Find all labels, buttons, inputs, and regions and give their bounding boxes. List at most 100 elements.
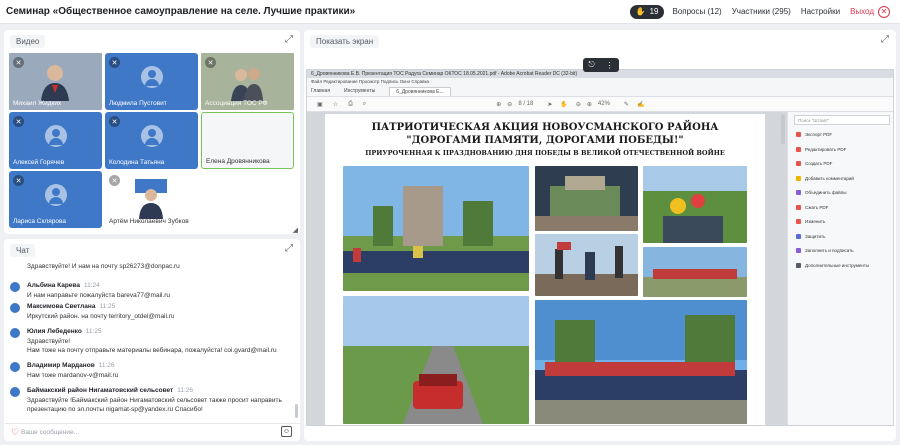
up-arrow-icon[interactable]: ⊕: [496, 101, 501, 108]
tool-icon: [796, 146, 801, 152]
tool-icon: [796, 262, 801, 268]
webinar-title: Семинар «Общественное самоуправление на …: [6, 6, 356, 17]
tool-icon: [796, 132, 801, 137]
user-avatar-icon: [10, 362, 20, 372]
photo-field-memorial: [643, 247, 747, 297]
video-tile[interactable]: ✕ Алексей Горячев: [9, 112, 102, 169]
mic-muted-icon: ✕: [205, 57, 216, 68]
tab-home[interactable]: Главная: [311, 88, 330, 94]
message-text: Здравствуйте !Баймакский район Нигаматов…: [27, 397, 282, 404]
hand-tool-icon[interactable]: ✋: [560, 101, 567, 108]
message-text: Иркутский район. на почту territory_otde…: [27, 313, 175, 320]
sign-icon[interactable]: ✍: [637, 101, 644, 108]
comment-icon[interactable]: ✎: [624, 101, 629, 108]
tool-label: Изменить: [805, 219, 826, 224]
tool-icon: [796, 219, 801, 224]
participant-name: Елена Дровянникова: [206, 158, 270, 165]
zoom-search-icon[interactable]: ⌕: [363, 101, 366, 108]
video-tile[interactable]: ✕ Лариса Склярова: [9, 171, 102, 228]
close-icon[interactable]: ✕: [878, 5, 890, 18]
message-text: Нам тоже mardanov-v@mail.ru: [27, 372, 119, 379]
cursor-icon[interactable]: ➤: [547, 101, 552, 108]
acrobat-tool-item[interactable]: Изменить: [796, 219, 825, 224]
participant-name: Лариса Склярова: [13, 218, 66, 225]
message-text: Здравствуйте!: [27, 338, 71, 345]
pdf-page: ПАТРИОТИЧЕСКАЯ АКЦИЯ НОВОУСМАНСКОГО РАЙО…: [325, 114, 765, 425]
expand-icon[interactable]: ⤢: [881, 34, 889, 45]
down-arrow-icon[interactable]: ⊖: [507, 101, 512, 108]
document-scrollbar[interactable]: [781, 114, 785, 144]
tool-label: Экспорт PDF: [805, 132, 833, 137]
zoom-out-icon[interactable]: ⊖: [576, 101, 581, 108]
message-text: Здравствуйте! И нам на почту sp26273@don…: [27, 263, 180, 270]
settings-button[interactable]: Настройки: [801, 7, 840, 16]
acrobat-tools-pane: Поиск "Штамп" Экспорт PDF Редактировать P…: [787, 112, 893, 425]
slide-title-line1: ПАТРИОТИЧЕСКАЯ АКЦИЯ НОВОУСМАНСКОГО РАЙО…: [371, 122, 719, 133]
heart-icon[interactable]: ♡: [11, 427, 19, 438]
tool-label: Защитить: [805, 233, 826, 239]
raised-hands-counter[interactable]: ✋ 19: [629, 4, 665, 19]
participants-button[interactable]: Участники (295): [732, 7, 791, 16]
participant-photo: [231, 68, 263, 101]
print-icon[interactable]: ⎙: [348, 101, 353, 108]
exit-button[interactable]: Выход: [850, 7, 874, 16]
acrobat-tool-item[interactable]: Редактировать PDF: [796, 146, 846, 152]
message-time: 11:25: [85, 328, 102, 335]
tool-label: Добавить комментарий: [805, 175, 854, 181]
zoom-level[interactable]: 42%: [598, 101, 610, 107]
video-tile[interactable]: ✕ Ассоциация ТОС РФ: [201, 53, 294, 110]
mic-muted-icon: ✕: [109, 57, 120, 68]
tools-search-input[interactable]: Поиск "Штамп": [794, 115, 890, 125]
tab-tools[interactable]: Инструменты: [344, 88, 375, 94]
participant-name: Алексей Горячев: [13, 159, 65, 166]
author-name: Баймакский район Нигаматовский сельсовет: [27, 387, 174, 394]
zoom-in-icon[interactable]: ⊕: [587, 101, 592, 108]
acrobat-tool-item[interactable]: Дополнительные инструменты: [796, 262, 869, 268]
message-text: презентацию по эл.почты nigamat-sp@yande…: [27, 406, 203, 413]
chat-message-input[interactable]: Ваше сообщение...: [21, 429, 79, 436]
hand-icon: ✋: [635, 7, 646, 16]
save-icon[interactable]: ▣: [317, 101, 323, 108]
video-tile[interactable]: ✕ Михаил Жидких: [9, 53, 102, 110]
acrobat-toolbar: ▣ ☆ ⎙ ⌕ ⊕ ⊖ 8 / 18 ➤ ✋ ⊖ ⊕ 42% ✎ ✍: [307, 97, 893, 112]
photo-car-parade: [343, 296, 529, 424]
message-author: Максимова Светлана 11:25: [27, 303, 115, 310]
acrobat-tool-item[interactable]: Заполнить и подписать: [796, 248, 854, 253]
tool-icon: [796, 175, 801, 181]
tool-label: Создать PDF: [805, 161, 833, 166]
more-options-icon[interactable]: ⋮: [606, 61, 614, 70]
chat-input-bar: ♡ Ваше сообщение... ☺: [5, 423, 300, 441]
questions-button[interactable]: Вопросы (12): [672, 7, 721, 16]
page-indicator[interactable]: 8 / 18: [518, 101, 533, 107]
acrobat-tool-item[interactable]: Добавить комментарий: [796, 175, 854, 181]
acrobat-tool-item[interactable]: Объединить файлы: [796, 190, 847, 195]
expand-icon[interactable]: ⤢: [285, 34, 293, 45]
acrobat-tool-item[interactable]: Экспорт PDF: [796, 132, 832, 137]
tool-icon: [796, 190, 801, 195]
expand-icon[interactable]: ⤢: [285, 243, 293, 254]
tab-document[interactable]: 6_Дровянникова Е...: [389, 86, 451, 96]
participant-photo: [135, 179, 167, 219]
user-avatar-icon: [45, 125, 67, 147]
resize-handle-icon[interactable]: ◢: [293, 226, 298, 234]
chat-scrollbar[interactable]: [295, 404, 298, 418]
acrobat-tool-item[interactable]: Защитить: [796, 233, 826, 239]
video-tile-active-speaker[interactable]: Елена Дровянникова: [201, 112, 294, 169]
acrobat-tabs: Главная Инструменты 6_Дровянникова Е...: [307, 86, 893, 97]
acrobat-tool-item[interactable]: Создать PDF: [796, 161, 832, 166]
photo-children-balloons: [643, 166, 747, 243]
user-avatar-icon: [10, 282, 20, 292]
tool-icon: [796, 233, 801, 239]
photo-memorial-group: [343, 166, 529, 291]
participant-name: Ассоциация ТОС РФ: [205, 100, 268, 107]
share-icon[interactable]: ⎋: [588, 60, 594, 70]
video-tile[interactable]: ✕ Артём Николаевич Зубков: [105, 171, 198, 228]
video-tile[interactable]: ✕ Колодина Татьяна: [105, 112, 198, 169]
emoji-icon[interactable]: ☺: [281, 426, 292, 437]
author-name: Максимова Светлана: [27, 303, 96, 310]
video-tile[interactable]: ✕ Людмила Пустовит: [105, 53, 198, 110]
user-avatar-icon: [141, 66, 163, 88]
slide-title-line2: "ДОРОГАМИ ПАМЯТИ, ДОРОГАМИ ПОБЕДЫ!": [406, 135, 684, 146]
star-icon[interactable]: ☆: [333, 101, 338, 108]
acrobat-tool-item[interactable]: Сжать PDF: [796, 204, 828, 210]
